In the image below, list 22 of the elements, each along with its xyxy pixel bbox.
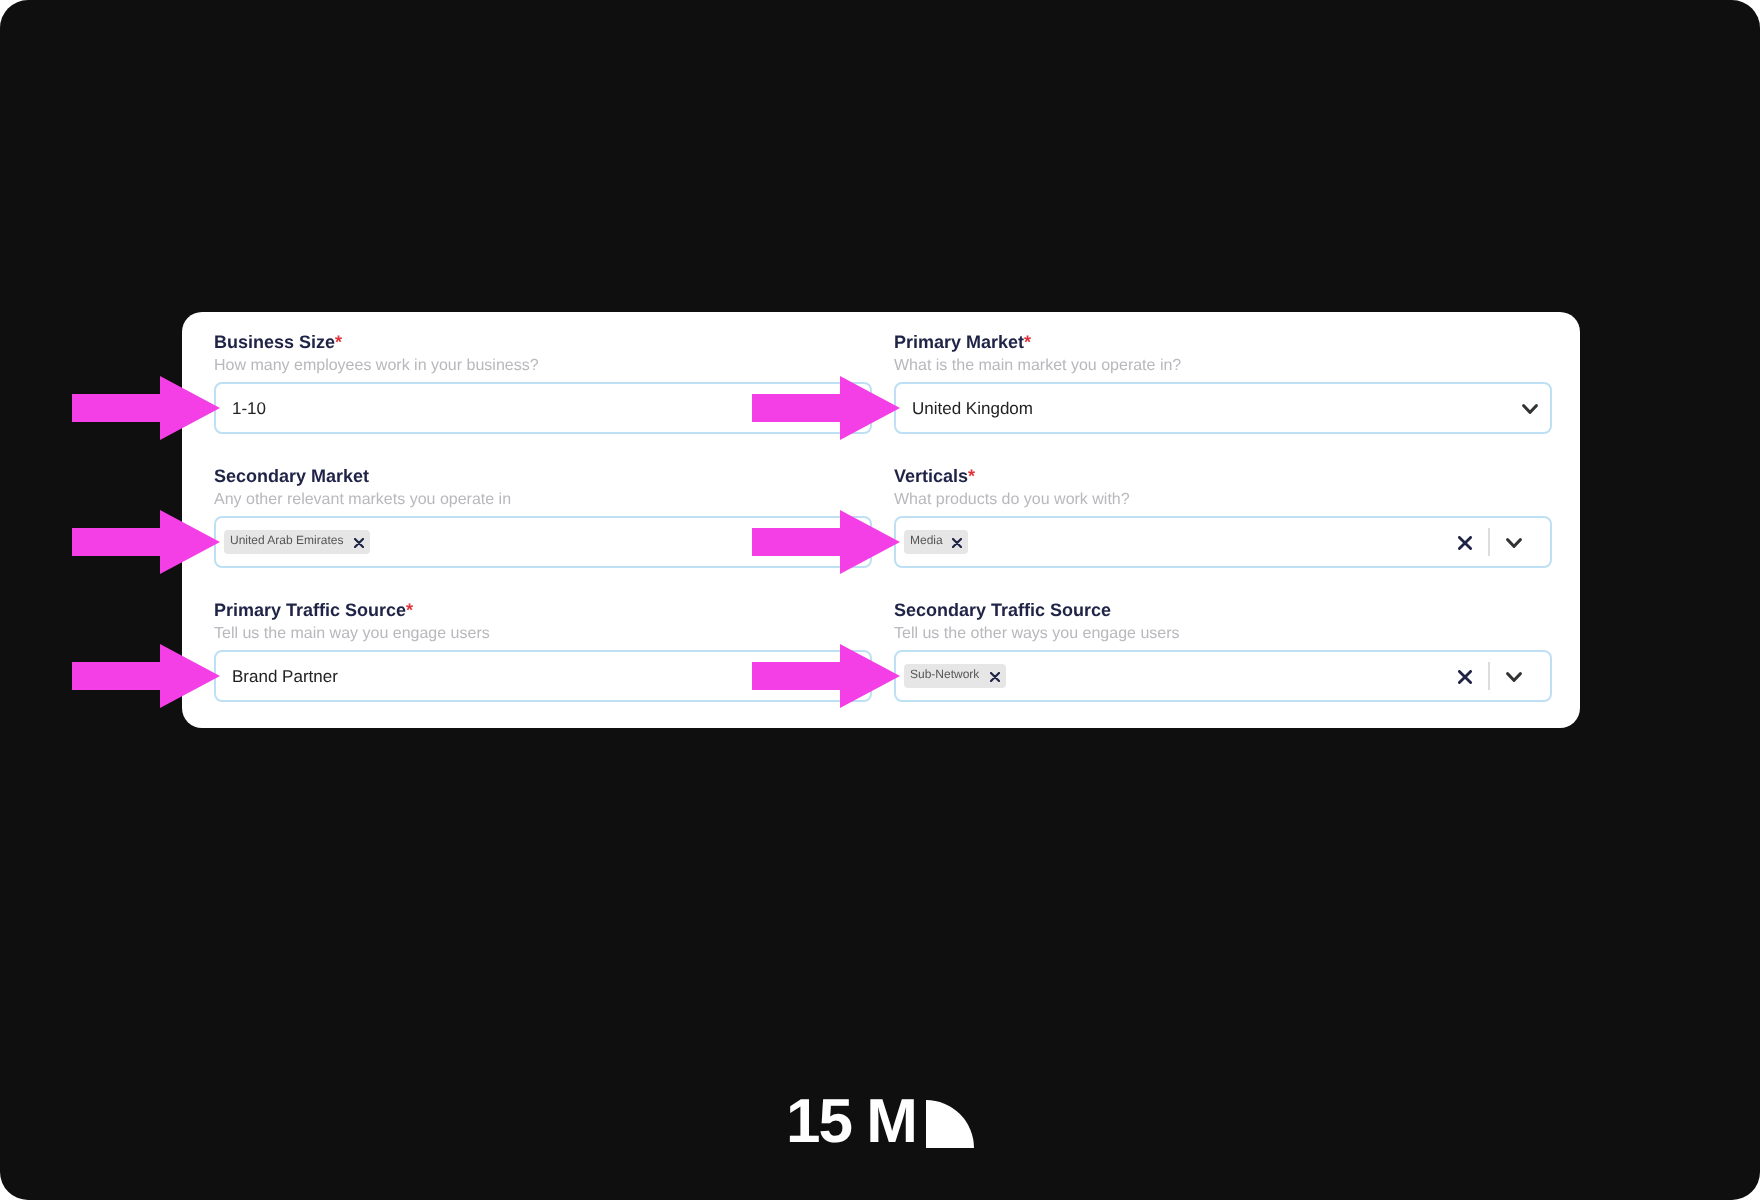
field-hint: What products do you work with?	[894, 488, 1132, 510]
select-field[interactable]: United Kingdom	[894, 382, 1552, 434]
field-hint: Any other relevant markets you operate in	[214, 488, 514, 510]
close-icon[interactable]	[353, 537, 364, 547]
field-label: Business Size*	[214, 330, 345, 354]
field-hint: What is the main market you operate in?	[894, 354, 1184, 376]
field-hint: How many employees work in your business?	[214, 354, 541, 376]
close-icon[interactable]	[989, 671, 1000, 681]
close-icon[interactable]	[1458, 669, 1472, 683]
chevron-down-icon[interactable]	[1522, 403, 1538, 413]
chevron-down-icon[interactable]	[1506, 537, 1522, 547]
field-label: Verticals*	[894, 464, 978, 488]
field-hint: Tell us the main way you engage users	[214, 622, 492, 644]
chevron-down-icon[interactable]	[1506, 671, 1522, 681]
close-icon[interactable]	[1458, 535, 1472, 549]
field-label: Primary Traffic Source*	[214, 598, 416, 622]
field-label: Secondary Traffic Source	[894, 598, 1114, 622]
field-label: Secondary Market	[214, 464, 372, 488]
field-hint: Tell us the other ways you engage users	[894, 622, 1182, 644]
close-icon[interactable]	[952, 537, 963, 547]
field-label: Primary Market*	[894, 330, 1034, 354]
logo-text: 15 M	[786, 1096, 916, 1148]
